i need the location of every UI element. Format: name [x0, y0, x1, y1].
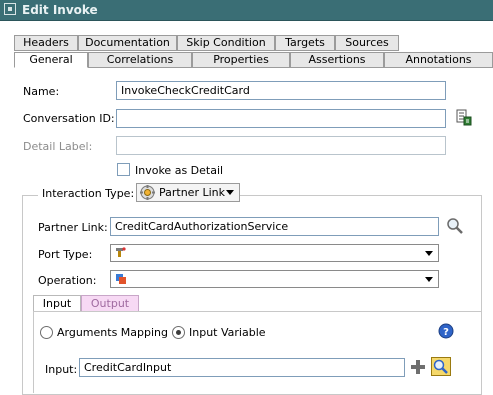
chevron-down-icon — [425, 277, 433, 282]
name-field[interactable]: InvokeCheckCreditCard — [116, 81, 446, 100]
operation-label: Operation: — [38, 274, 97, 287]
input-panel — [33, 311, 482, 393]
port-type-icon — [116, 247, 126, 257]
help-icon[interactable]: ? — [438, 323, 454, 339]
port-type-dropdown[interactable] — [110, 244, 439, 262]
tab-sources[interactable]: Sources — [335, 35, 399, 51]
operation-icon — [116, 274, 126, 284]
partner-link-label: Partner Link: — [38, 221, 108, 234]
conversation-id-label: Conversation ID: — [23, 112, 115, 125]
window-title: Edit Invoke — [22, 3, 98, 17]
search-icon[interactable] — [446, 217, 464, 235]
add-icon[interactable] — [410, 359, 426, 375]
interaction-type-label: Interaction Type: — [38, 187, 139, 200]
tab-input[interactable]: Input — [33, 295, 81, 312]
input-variable-label: Input Variable — [189, 326, 266, 339]
arguments-mapping-radio[interactable] — [40, 326, 53, 339]
tab-properties[interactable]: Properties — [192, 52, 290, 68]
partner-link-icon — [140, 185, 155, 200]
tab-skip-condition[interactable]: Skip Condition — [177, 35, 275, 51]
input-variable-radio[interactable] — [172, 326, 185, 339]
conversation-id-field[interactable] — [116, 109, 446, 128]
tab-correlations[interactable]: Correlations — [88, 52, 192, 68]
title-bar[interactable]: Edit Invoke — [0, 0, 493, 21]
chevron-down-icon — [226, 190, 234, 195]
tab-documentation[interactable]: Documentation — [78, 35, 177, 51]
tab-general[interactable]: General — [14, 52, 88, 68]
window-menu-icon[interactable] — [4, 3, 16, 15]
detail-label-field[interactable] — [116, 136, 446, 155]
tab-targets[interactable]: Targets — [275, 35, 335, 51]
interaction-type-value: Partner Link — [159, 186, 225, 199]
edit-invoke-dialog: Edit Invoke Headers Documentation Skip C… — [0, 0, 493, 395]
tab-output[interactable]: Output — [81, 295, 139, 312]
browse-variable-icon[interactable] — [431, 357, 451, 376]
chevron-down-icon — [425, 251, 433, 256]
tab-assertions[interactable]: Assertions — [290, 52, 384, 68]
operation-dropdown[interactable] — [110, 270, 439, 288]
conversation-id-browse-icon[interactable] — [456, 109, 472, 127]
input-label: Input: — [45, 363, 78, 376]
svg-text:?: ? — [443, 327, 449, 338]
interaction-type-dropdown[interactable]: Partner Link — [136, 183, 240, 202]
partner-link-field[interactable]: CreditCardAuthorizationService — [110, 217, 439, 236]
name-label: Name: — [23, 85, 60, 98]
detail-label-label: Detail Label: — [23, 140, 93, 153]
input-variable-field[interactable]: CreditCardInput — [79, 358, 405, 377]
tab-annotations[interactable]: Annotations — [384, 52, 493, 68]
tab-headers[interactable]: Headers — [14, 35, 78, 51]
invoke-as-detail-checkbox[interactable] — [117, 163, 130, 176]
port-type-label: Port Type: — [38, 248, 93, 261]
arguments-mapping-label: Arguments Mapping — [57, 326, 169, 339]
invoke-as-detail-label: Invoke as Detail — [135, 164, 224, 177]
